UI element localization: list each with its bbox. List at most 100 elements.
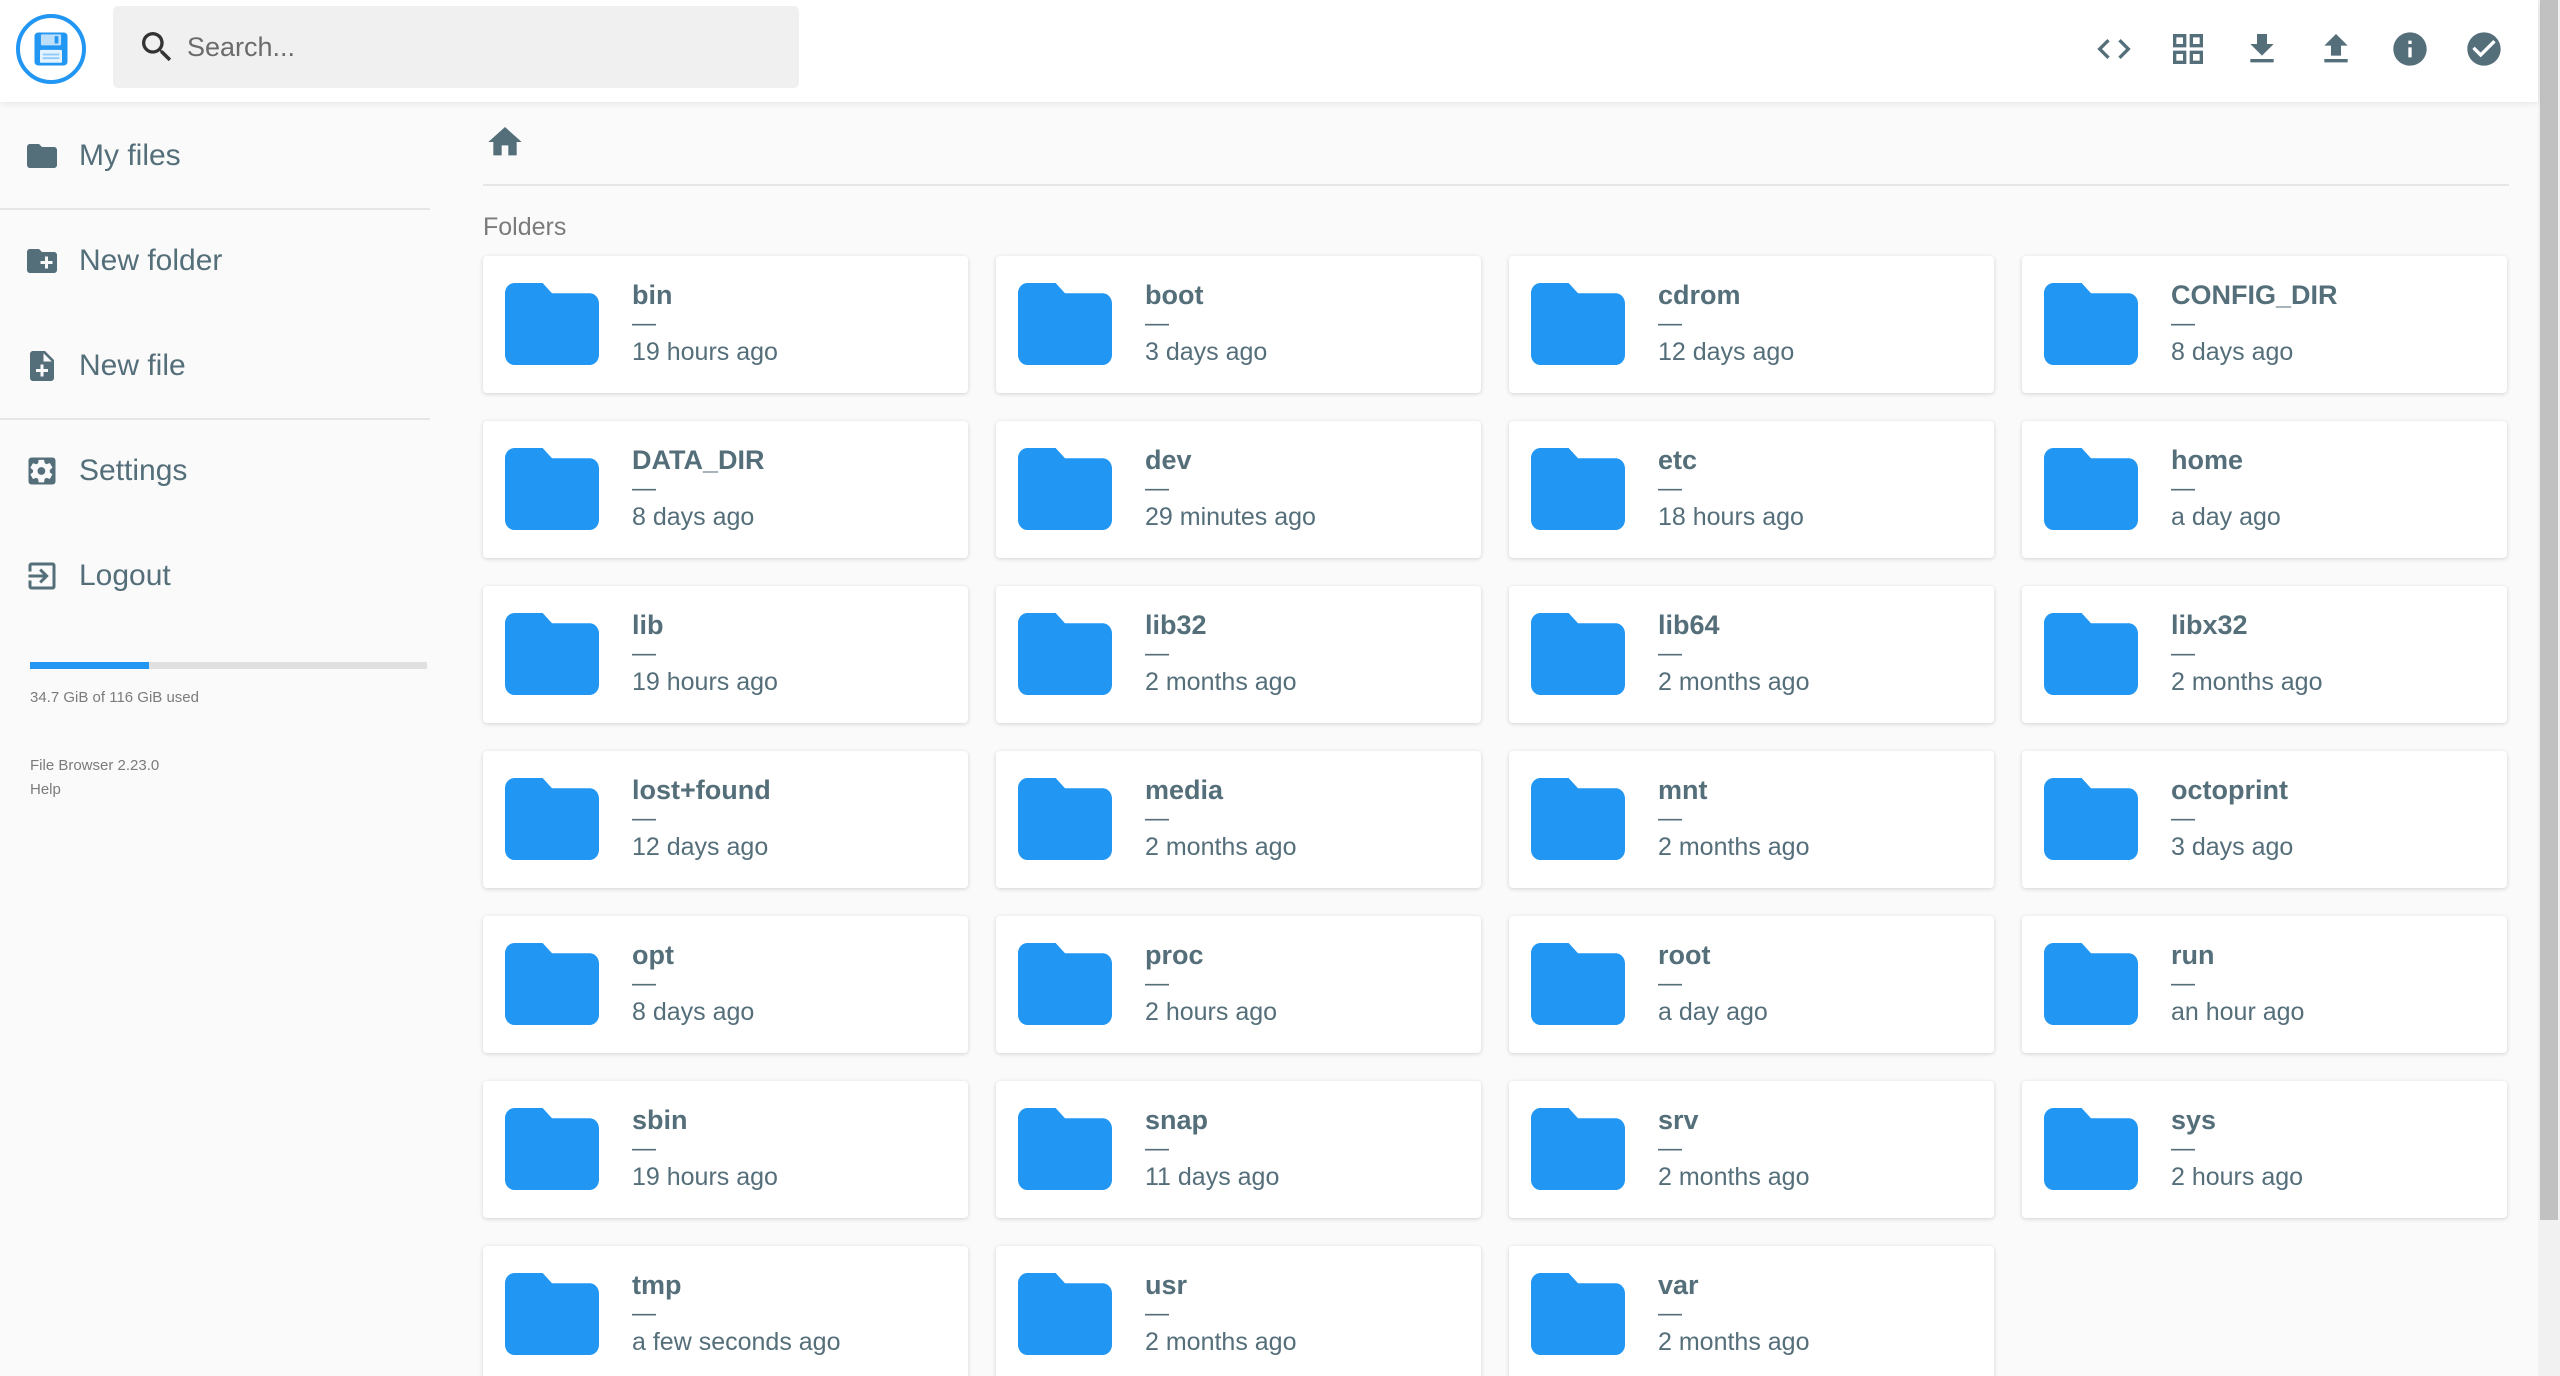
folder-item[interactable]: root — a day ago	[1509, 916, 1994, 1053]
toggle-editor-button[interactable]	[2089, 24, 2139, 74]
home-icon[interactable]	[485, 122, 525, 162]
select-multiple-button[interactable]	[2459, 24, 2509, 74]
folder-icon	[1531, 1108, 1625, 1190]
folder-icon	[1018, 778, 1112, 860]
help-link[interactable]: Help	[30, 781, 61, 798]
folder-name: usr	[1145, 1270, 1188, 1300]
folder-item[interactable]: lib64—2 months ago	[1509, 586, 1994, 723]
sidebar-item-logout[interactable]: Logout	[0, 526, 430, 626]
folder-item[interactable]: sys —2 hours ago	[2022, 1081, 2507, 1218]
sidebar-item-new-folder[interactable]: New folder	[0, 211, 430, 311]
folder-item[interactable]: home — a day ago	[2022, 421, 2507, 558]
folder-name: proc	[1145, 940, 1204, 970]
folder-name: tmp	[632, 1270, 682, 1300]
folder-icon	[1531, 613, 1625, 695]
folder-name: srv	[1658, 1105, 1699, 1135]
folder-icon	[2044, 448, 2138, 530]
folder-item[interactable]: cdrom —12 days ago	[1509, 256, 1994, 393]
breadcrumb-divider	[483, 184, 2509, 186]
folder-item[interactable]: DATA_DIR —8 days ago	[483, 421, 968, 558]
folder-item[interactable]: srv —2 months ago	[1509, 1081, 1994, 1218]
folder-name: boot	[1145, 280, 1204, 310]
folder-size: —	[1658, 640, 1682, 667]
search-input[interactable]	[187, 6, 767, 88]
folder-icon	[505, 613, 599, 695]
section-title-folders: Folders	[483, 213, 567, 241]
folder-icon	[505, 1108, 599, 1190]
folder-name: sbin	[632, 1105, 688, 1135]
sidebar-item-label: Settings	[79, 454, 188, 487]
folder-modified: 2 months ago	[1145, 1328, 1297, 1356]
folder-size: —	[1145, 1300, 1169, 1327]
upload-button[interactable]	[2311, 24, 2361, 74]
folder-size: —	[1145, 475, 1169, 502]
info-button[interactable]	[2385, 24, 2435, 74]
folder-icon	[2044, 613, 2138, 695]
folder-name: DATA_DIR	[632, 445, 765, 475]
folder-item[interactable]: bin —19 hours ago	[483, 256, 968, 393]
folder-size: —	[1145, 970, 1169, 997]
folder-item[interactable]: etc —18 hours ago	[1509, 421, 1994, 558]
info-icon	[2393, 32, 2427, 66]
folder-item[interactable]: libx32—2 months ago	[2022, 586, 2507, 723]
folder-item[interactable]: dev —29 minutes ago	[996, 421, 1481, 558]
folder-item[interactable]: proc —2 hours ago	[996, 916, 1481, 1053]
folder-modified: a few seconds ago	[632, 1328, 841, 1356]
folder-item[interactable]: snap —11 days ago	[996, 1081, 1481, 1218]
folder-size: —	[2171, 805, 2195, 832]
folder-size: —	[1145, 1135, 1169, 1162]
folder-icon	[1018, 283, 1112, 365]
folder-size: —	[2171, 310, 2195, 337]
folder-size: —	[1658, 970, 1682, 997]
disk-usage-bar	[30, 662, 427, 669]
folder-item[interactable]: lib —19 hours ago	[483, 586, 968, 723]
folder-modified: 2 months ago	[2171, 668, 2323, 696]
folder-icon	[505, 943, 599, 1025]
folder-item[interactable]: var —2 months ago	[1509, 1246, 1994, 1376]
folder-icon	[1018, 1273, 1112, 1355]
file-browser-logo[interactable]	[16, 14, 86, 84]
folder-item[interactable]: tmp — a few seconds ago	[483, 1246, 968, 1376]
check-circle-icon	[2467, 32, 2501, 66]
folder-name: bin	[632, 280, 673, 310]
folder-item[interactable]: CONFIG_DIR —8 days ago	[2022, 256, 2507, 393]
folder-item[interactable]: usr —2 months ago	[996, 1246, 1481, 1376]
folder-item[interactable]: lost+found —12 days ago	[483, 751, 968, 888]
folder-item[interactable]: media —2 months ago	[996, 751, 1481, 888]
folder-item[interactable]: lib32—2 months ago	[996, 586, 1481, 723]
switch-view-button[interactable]	[2163, 24, 2213, 74]
folder-name: cdrom	[1658, 280, 1741, 310]
sidebar-item-label: Logout	[79, 559, 171, 592]
sidebar-divider	[0, 418, 430, 420]
folder-size: —	[1145, 805, 1169, 832]
folder-name: home	[2171, 445, 2244, 475]
sidebar-divider	[0, 208, 430, 210]
folder-item[interactable]: opt —8 days ago	[483, 916, 968, 1053]
folder-modified: 12 days ago	[1658, 338, 1795, 366]
folder-item[interactable]: octoprint —3 days ago	[2022, 751, 2507, 888]
folder-item[interactable]: mnt —2 months ago	[1509, 751, 1994, 888]
folder-modified: 8 days ago	[632, 998, 755, 1026]
folder-size: —	[1658, 475, 1682, 502]
folder-name: sys	[2171, 1105, 2217, 1135]
folder-icon	[505, 283, 599, 365]
sidebar-item-new-file[interactable]: New file	[0, 316, 430, 416]
folder-item[interactable]: sbin —19 hours ago	[483, 1081, 968, 1218]
folder-modified: 11 days ago	[1145, 1163, 1280, 1191]
download-button[interactable]	[2237, 24, 2287, 74]
folder-icon	[1531, 943, 1625, 1025]
folder-name: mnt	[1658, 775, 1708, 805]
search-box[interactable]	[113, 6, 799, 88]
upload-icon	[2324, 34, 2348, 63]
sidebar-item-my-files[interactable]: My files	[0, 106, 430, 206]
folder-name: CONFIG_DIR	[2171, 280, 2338, 310]
folder-icon	[1018, 613, 1112, 695]
folder-item[interactable]: boot —3 days ago	[996, 256, 1481, 393]
sidebar-item-settings[interactable]: Settings	[0, 421, 430, 521]
create-new-folder-icon	[27, 249, 57, 273]
page-scrollbar-thumb[interactable]	[2540, 0, 2558, 1220]
header-bar	[0, 0, 2538, 102]
folder-size: —	[1658, 1135, 1682, 1162]
folder-modified: 19 hours ago	[632, 338, 778, 366]
folder-item[interactable]: run — an hour ago	[2022, 916, 2507, 1053]
